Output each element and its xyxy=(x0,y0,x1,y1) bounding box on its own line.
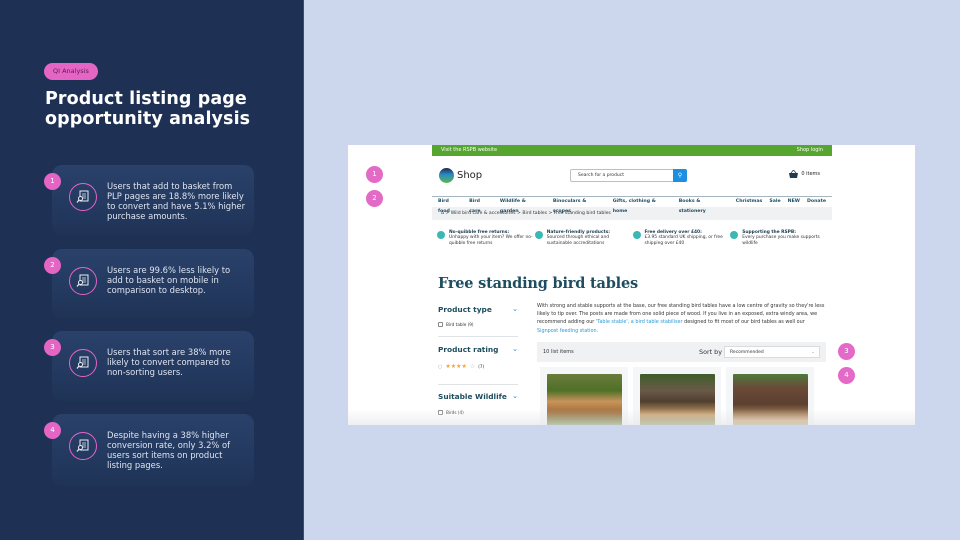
report-search-icon xyxy=(69,267,97,295)
rspb-shop-page: Visit the RSPB website Shop login Shop S… xyxy=(432,145,832,425)
sort-select[interactable]: Recommended ⌄ xyxy=(724,346,820,358)
delivery-icon xyxy=(632,231,641,239)
card-number: 1 xyxy=(44,173,61,190)
card-number: 2 xyxy=(44,257,61,274)
stars-icon: ★★★★ xyxy=(445,363,467,370)
chevron-down-icon[interactable]: ⌄ xyxy=(512,345,518,354)
empty-star-icon: ☆ xyxy=(469,363,476,370)
shop-logo[interactable]: Shop xyxy=(439,168,482,183)
radio-icon[interactable]: ○ xyxy=(438,364,442,370)
page-title: Free standing bird tables xyxy=(438,275,638,292)
desc-text: designed to fit most of our bird tables … xyxy=(682,319,805,326)
breadcrumb: ⌂ > Wild bird care & accessories > Bird … xyxy=(432,207,832,220)
category-description: With strong and stable supports at the b… xyxy=(537,302,827,335)
basket-count: 0 items xyxy=(801,171,820,177)
fade-overlay xyxy=(348,409,915,425)
filter-product-rating[interactable]: Product rating ⌄ ○ ★★★★ ☆ (7) xyxy=(438,345,518,370)
filter-label: Product rating xyxy=(438,345,499,354)
marker-4: 4 xyxy=(838,367,855,384)
insight-card: 3 Users that sort are 38% more likely to… xyxy=(44,331,254,401)
nav-sale[interactable]: Sale xyxy=(769,197,780,207)
insight-card: 4 Despite having a 38% higher conversion… xyxy=(44,414,254,486)
breadcrumb-item[interactable]: Wild bird care & accessories xyxy=(451,211,516,216)
chevron-down-icon[interactable]: ⌄ xyxy=(512,392,518,401)
checkbox[interactable] xyxy=(438,322,443,327)
usp-text: Sourced through ethical and sustainable … xyxy=(546,235,610,246)
shop-login-link[interactable]: Shop login xyxy=(797,145,823,156)
search-icon: ⚲ xyxy=(677,172,683,179)
slide-title: Product listing page opportunity analysi… xyxy=(45,89,251,129)
usp-text: £3.95 standard UK shipping, or free ship… xyxy=(644,235,723,246)
nav-binoculars-scopes[interactable]: Binoculars & scopes xyxy=(553,197,606,214)
nav-donate[interactable]: Donate xyxy=(807,197,826,207)
nav-books-stationery[interactable]: Books & stationery xyxy=(679,197,729,214)
rating-option[interactable]: ○ ★★★★ ☆ (7) xyxy=(438,363,518,370)
basket-link[interactable]: 0 items xyxy=(789,170,820,178)
card-number: 4 xyxy=(44,422,61,439)
nav-gifts-clothing-home[interactable]: Gifts, clothing & home xyxy=(613,197,672,214)
card-number: 3 xyxy=(44,339,61,356)
basket-icon xyxy=(789,170,799,178)
signpost-link[interactable]: Signpost feeding station. xyxy=(537,328,598,334)
card-text: Users are 99.6% less likely to add to ba… xyxy=(107,265,231,295)
card-text: Users that add to basket from PLP pages … xyxy=(107,181,246,221)
report-search-icon xyxy=(69,183,97,211)
nav-christmas[interactable]: Christmas xyxy=(736,197,763,207)
option-label: Bird table (9) xyxy=(446,322,474,327)
insight-card: 1 Users that add to basket from PLP page… xyxy=(44,165,254,235)
usp-strip: No-quibble free returns: Unhappy with you… xyxy=(432,220,832,246)
divider xyxy=(438,336,518,337)
filter-label: Suitable Wildlife xyxy=(438,392,507,401)
table-stable-link[interactable]: 'Table stable', a bird table stabiliser xyxy=(596,319,683,325)
usp-text: Unhappy with your item? We offer no-quib… xyxy=(449,235,533,246)
nav-wildlife-garden[interactable]: Wildlife & garden xyxy=(500,197,546,214)
chevron-down-icon[interactable]: ⌄ xyxy=(512,305,518,314)
report-search-icon xyxy=(69,432,97,460)
search-placeholder: Search for a product xyxy=(578,173,625,178)
nav-bird-food[interactable]: Bird food xyxy=(438,197,462,214)
usp-text: Every purchase you make supports wildlif… xyxy=(742,235,820,246)
leaf-bag-icon xyxy=(534,231,543,239)
search-input[interactable]: Search for a product ⚲ xyxy=(570,169,687,182)
filter-product-type[interactable]: Product type ⌄ Bird table (9) xyxy=(438,305,518,327)
report-search-icon xyxy=(69,349,97,377)
top-bar: Visit the RSPB website Shop login xyxy=(432,145,832,156)
usp-item: Free delivery over £40: £3.95 standard UK… xyxy=(632,230,731,246)
returns-icon xyxy=(437,231,445,239)
logo-text: Shop xyxy=(457,170,483,181)
site-header: Shop Search for a product ⚲ 0 items xyxy=(432,156,832,196)
main-nav: Bird food Bird care Wildlife & garden Bi… xyxy=(432,196,832,214)
website-screenshot: 1 2 3 4 Visit the RSPB website Shop logi… xyxy=(348,145,915,425)
divider xyxy=(438,384,518,385)
filter-option[interactable]: Bird table (9) xyxy=(438,322,518,327)
category-badge: QI Analysis xyxy=(44,63,98,80)
rspb-logo-icon xyxy=(439,168,454,183)
nav-new[interactable]: NEW xyxy=(788,197,800,207)
rating-count: (7) xyxy=(478,364,485,369)
item-count: 10 list items xyxy=(543,349,574,355)
slide-panel: QI Analysis Product listing page opportu… xyxy=(0,0,304,540)
sort-label: Sort by xyxy=(699,348,722,356)
marker-2: 2 xyxy=(366,190,383,207)
marker-3: 3 xyxy=(838,343,855,360)
card-text: Despite having a 38% higher conversion r… xyxy=(107,430,231,470)
breadcrumb-current: Free standing bird tables xyxy=(553,211,611,216)
chevron-down-icon: ⌄ xyxy=(811,350,815,355)
insight-card: 2 Users are 99.6% less likely to add to … xyxy=(44,249,254,319)
filter-label: Product type xyxy=(438,305,492,314)
listing-toolbar: 10 list items Sort by Recommended ⌄ xyxy=(537,342,826,362)
breadcrumb-item[interactable]: Bird tables xyxy=(522,211,547,216)
home-icon[interactable]: ⌂ xyxy=(441,211,444,216)
card-text: Users that sort are 38% more likely to c… xyxy=(107,347,231,377)
support-icon xyxy=(730,231,739,239)
nav-bird-care[interactable]: Bird care xyxy=(469,197,493,214)
usp-item: Nature-friendly products: Sourced through… xyxy=(534,230,633,246)
search-button[interactable]: ⚲ xyxy=(673,169,687,182)
usp-item: Supporting the RSPB: Every purchase you m… xyxy=(730,230,828,246)
marker-1: 1 xyxy=(366,166,383,183)
rspb-website-link[interactable]: Visit the RSPB website xyxy=(441,145,497,156)
sort-value: Recommended xyxy=(730,350,764,355)
usp-item: No-quibble free returns: Unhappy with you… xyxy=(437,230,535,246)
